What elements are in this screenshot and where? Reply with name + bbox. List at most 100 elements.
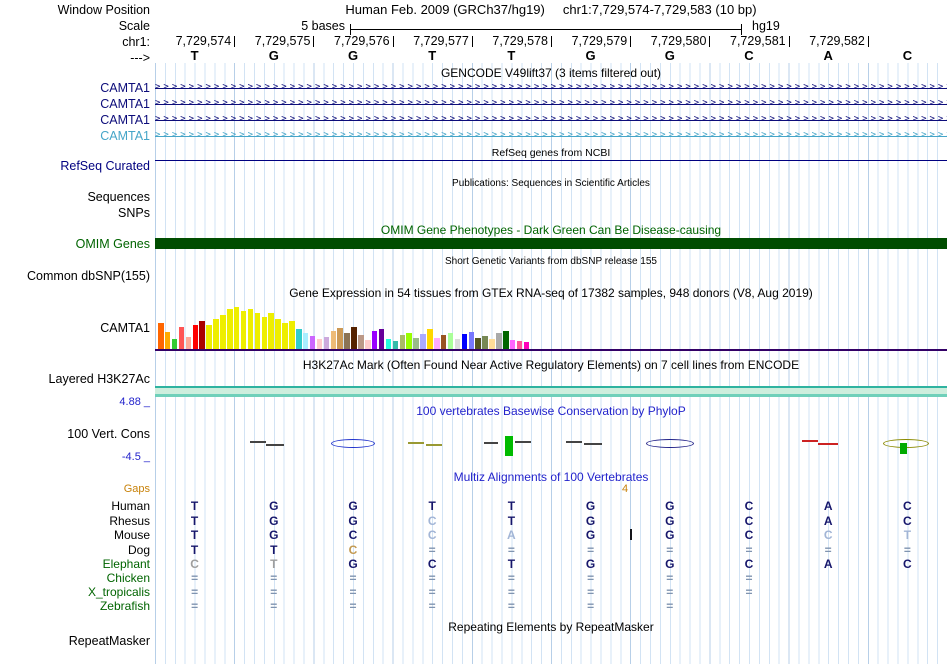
align-cell: = — [191, 599, 199, 613]
phylop-mark-dash — [408, 442, 424, 444]
refseq-gene-line[interactable] — [155, 160, 947, 161]
species-label[interactable]: Zebrafish — [100, 599, 150, 613]
phylop-track-label[interactable]: 100 Vert. Cons — [67, 427, 150, 441]
phylop-mark-dash — [515, 441, 531, 443]
gencode-item-label[interactable]: CAMTA1 — [100, 81, 150, 95]
align-cell: C — [427, 557, 437, 571]
align-cell: = — [507, 571, 515, 585]
species-label[interactable]: Dog — [128, 543, 150, 557]
gencode-item-line[interactable]: >>>>>>>>>>>>>>>>>>>>>>>>>>>>>>>>>>>>>>>>… — [155, 82, 947, 94]
align-cell: G — [585, 514, 596, 528]
ruler-tick — [234, 36, 236, 47]
align-cell: C — [744, 528, 754, 542]
align-cell: = — [191, 571, 199, 585]
gtex-bar — [337, 328, 343, 349]
align-cell: G — [665, 557, 675, 571]
align-cell: = — [428, 599, 436, 613]
phylop-mark-dash — [584, 443, 602, 445]
species-label[interactable]: Rhesus — [109, 514, 150, 528]
species-label[interactable]: Mouse — [114, 528, 150, 542]
gtex-bar — [240, 311, 247, 349]
ruler-tick — [867, 36, 869, 47]
refseq-track-label[interactable]: RefSeq Curated — [60, 159, 150, 173]
gtex-bar — [385, 339, 392, 349]
align-cell: = — [428, 571, 436, 585]
align-cell: G — [585, 557, 596, 571]
h3k27ac-track-label[interactable]: Layered H3K27Ac — [49, 372, 150, 386]
phylop-mark-bar — [505, 436, 513, 456]
align-cell: G — [665, 514, 675, 528]
gtex-bar — [282, 323, 288, 349]
gtex-bar — [447, 333, 454, 349]
align-cell: T — [507, 499, 516, 513]
gtex-bar — [268, 313, 274, 349]
align-cell: G — [585, 499, 596, 513]
gencode-item-line[interactable]: >>>>>>>>>>>>>>>>>>>>>>>>>>>>>>>>>>>>>>>>… — [155, 130, 947, 142]
species-label[interactable]: Elephant — [103, 557, 150, 571]
refseq-title: RefSeq genes from NCBI — [491, 147, 611, 159]
ruler-number: 7,729,574 — [175, 34, 232, 48]
phylop-mark-dash — [250, 441, 266, 443]
phylop-mark-dash — [426, 444, 442, 446]
multiz-title: Multiz Alignments of 100 Vertebrates — [453, 470, 649, 484]
reference-base: G — [268, 48, 279, 63]
species-label[interactable]: Human — [111, 499, 150, 513]
align-cell: G — [348, 499, 358, 513]
gencode-item-label[interactable]: CAMTA1 — [100, 97, 150, 111]
snps-track-label[interactable]: SNPs — [118, 206, 150, 220]
gtex-title: Gene Expression in 54 tissues from GTEx … — [289, 286, 813, 300]
dbsnp-track-label[interactable]: Common dbSNP(155) — [27, 269, 150, 283]
window-position-value: chr1:7,729,574-7,729,583 (10 bp) — [562, 2, 757, 17]
align-cell: G — [269, 499, 279, 513]
gaps-row-label[interactable]: Gaps — [124, 483, 150, 495]
phylop-mark-dash — [818, 443, 838, 445]
align-cell: T — [903, 528, 912, 542]
align-cell: = — [191, 585, 199, 599]
ruler-tick — [392, 36, 394, 47]
strand-label: ---> — [130, 51, 150, 65]
reference-base: C — [902, 48, 913, 63]
phylop-max-value: 4.88 _ — [119, 396, 150, 408]
omim-track-label[interactable]: OMIM Genes — [76, 237, 150, 251]
gtex-bar — [434, 338, 440, 349]
species-label[interactable]: X_tropicalis — [88, 585, 150, 599]
gtex-bar — [378, 329, 385, 349]
align-cell: = — [666, 571, 674, 585]
align-cell: A — [823, 557, 833, 571]
species-label[interactable]: Chicken — [107, 571, 150, 585]
repeatmasker-track-label[interactable]: RepeatMasker — [69, 634, 150, 648]
align-cell: T — [190, 514, 199, 528]
gtex-bar — [178, 327, 185, 349]
strand-direction-arrows: >>>>>>>>>>>>>>>>>>>>>>>>>>>>>>>>>>>>>>>>… — [155, 82, 947, 92]
position-header: Human Feb. 2009 (GRCh37/hg19) chr1:7,729… — [155, 2, 947, 17]
h3k27ac-signal-band[interactable] — [155, 386, 947, 397]
strand-direction-arrows: >>>>>>>>>>>>>>>>>>>>>>>>>>>>>>>>>>>>>>>>… — [155, 114, 947, 124]
gtex-bar — [164, 332, 171, 349]
publications-track-label[interactable]: Sequences — [87, 190, 150, 204]
phylop-mark-ellipse — [331, 438, 375, 448]
gtex-bar — [489, 339, 495, 349]
gencode-item-line[interactable]: >>>>>>>>>>>>>>>>>>>>>>>>>>>>>>>>>>>>>>>>… — [155, 114, 947, 126]
repeatmasker-title: Repeating Elements by RepeatMasker — [448, 620, 654, 634]
omim-gene-bar[interactable] — [155, 238, 947, 249]
align-cell: = — [428, 585, 436, 599]
reference-base: T — [190, 48, 199, 63]
gtex-bar — [227, 309, 233, 349]
gencode-item-line[interactable]: >>>>>>>>>>>>>>>>>>>>>>>>>>>>>>>>>>>>>>>>… — [155, 98, 947, 110]
align-cell: T — [190, 499, 199, 513]
gencode-item-label[interactable]: CAMTA1 — [100, 129, 150, 143]
align-cell: = — [270, 585, 278, 599]
align-cell: C — [744, 557, 754, 571]
phylop-mark-dash — [566, 441, 582, 443]
omim-title: OMIM Gene Phenotypes - Dark Green Can Be… — [380, 223, 722, 237]
align-cell: C — [427, 514, 437, 528]
ruler-number: 7,729,578 — [492, 34, 548, 48]
phylop-mark-ellipse — [646, 438, 694, 448]
gtex-bar — [482, 336, 488, 349]
gtex-bar — [158, 323, 164, 349]
reference-base: G — [585, 48, 596, 63]
align-cell: = — [349, 599, 357, 613]
gencode-item-label[interactable]: CAMTA1 — [100, 113, 150, 127]
gtex-track-label[interactable]: CAMTA1 — [100, 321, 150, 335]
gtex-bar — [289, 321, 295, 349]
